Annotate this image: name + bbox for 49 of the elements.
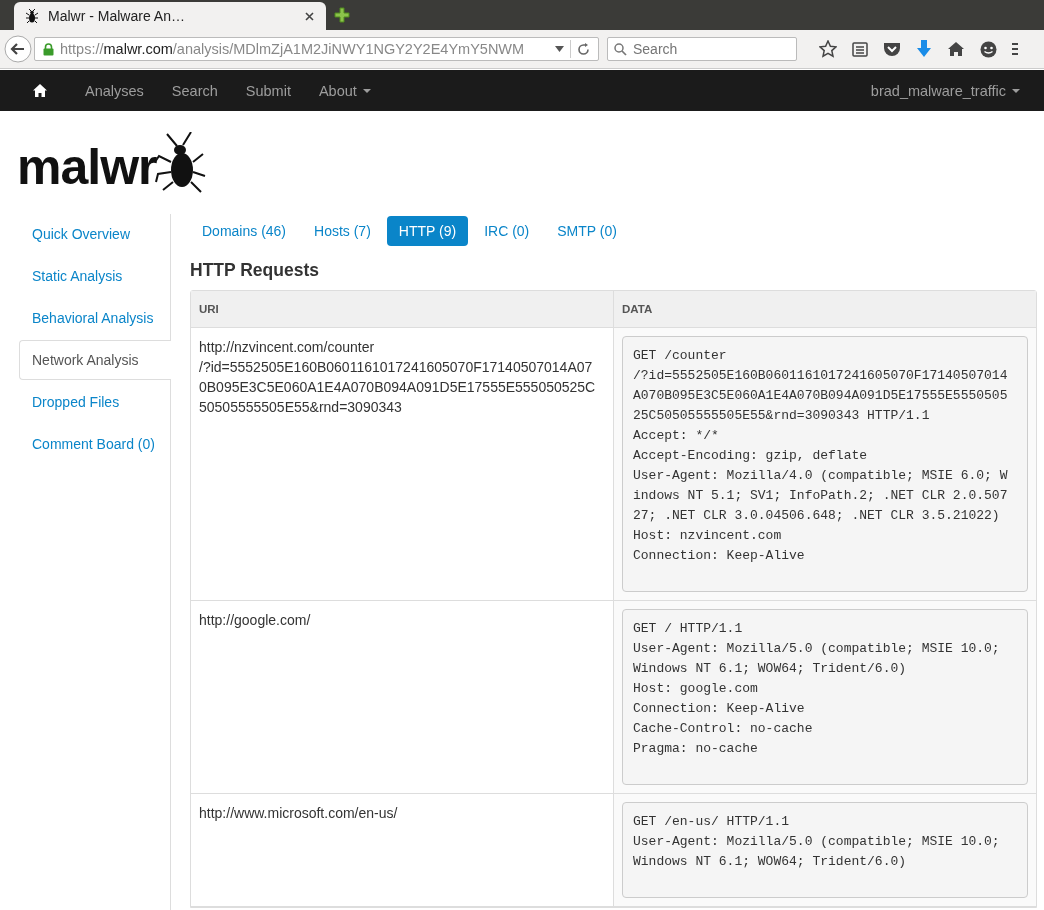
home-icon[interactable] (947, 41, 965, 57)
tab-title: Malwr - Malware An… (48, 8, 186, 24)
section-title: HTTP Requests (190, 260, 320, 281)
tab[interactable]: IRC (0) (472, 216, 542, 246)
sidebar-item[interactable]: Dropped Files (19, 382, 170, 422)
sidebar-item[interactable]: Quick Overview (19, 214, 170, 254)
tab[interactable]: Hosts (7) (302, 216, 383, 246)
download-icon[interactable] (916, 40, 932, 58)
search-field[interactable]: Search (607, 37, 797, 61)
tab[interactable]: SMTP (0) (545, 216, 629, 246)
nav-link[interactable]: Search (157, 82, 232, 99)
uri-cell-text: http://www.microsoft.com/en-us/ (198, 804, 399, 823)
lock-icon (43, 42, 54, 56)
tab[interactable]: Domains (46) (190, 216, 299, 246)
request-data: GET /en-us/ HTTP/1.1 User-Agent: Mozilla/5.0 (compatible; MSIE 10.0; Windows NT 6.1; WOW64; Trident/6.0) (622, 802, 1028, 898)
home-icon[interactable] (33, 84, 47, 97)
sidebar-item[interactable]: Comment Board (0) (19, 424, 170, 464)
sidebar-item[interactable]: Behavioral Analysis (19, 298, 170, 338)
tab[interactable]: HTTP (9) (386, 216, 469, 246)
browser-tab[interactable]: Malwr - Malware An… (14, 2, 326, 30)
search-icon (614, 43, 627, 56)
pocket-icon[interactable] (883, 41, 901, 57)
caret-icon (362, 88, 371, 93)
url-text: https://malwr.com/analysis/MDlmZjA1M2JiNWY1NGY2Y2E4YmY5NWM (60, 41, 526, 57)
column-header: URI (198, 302, 220, 317)
nav-link[interactable]: Submit (231, 82, 305, 99)
dropdown-icon[interactable] (555, 46, 564, 52)
menu-icon[interactable] (1012, 41, 1018, 57)
star-icon[interactable] (819, 40, 837, 58)
caret-icon (1012, 88, 1020, 93)
request-data: GET /counter /?id=5552505E160B0601161017241605070F17140507014 A070B095E3C5E060A1E4A070B094A091D5E17555E5550505 25C50505555505E55&rnd=3090343 HTTP/1.1 Accept: */* Accept-Encoding: gzip, deflate User-Agent: Mozilla/4.0 (compatible; MSIE 6.0; W indows NT 5.1; SV1; InfoPath.2; .NET CLR 2.0.507 27; .NET CLR 3.0.04506.648; .NET CLR 3.5.21022) Host: nzvincent.com Connection: Keep-Alive (622, 336, 1028, 592)
new-tab-icon[interactable] (334, 7, 350, 23)
logo: malwr (17, 142, 157, 192)
reload-icon[interactable] (577, 42, 590, 56)
close-icon[interactable] (305, 11, 314, 21)
uri-cell-text: http://nzvincent.com/counter /?id=5552505E160B0601161017241605070F17140507014A07 0B095E3C5E060A1E4A070B094A091D5E17555E555050525C 50505555505E55&rnd=3090343 (198, 338, 597, 417)
back-icon[interactable] (4, 35, 32, 63)
list-icon[interactable] (852, 41, 868, 57)
uri-cell-text: http://google.com/ (198, 611, 312, 630)
user-menu[interactable]: brad_malware_traffic (856, 82, 1034, 99)
nav-link[interactable]: About (304, 82, 385, 99)
bug-icon (26, 9, 38, 23)
smiley-icon[interactable] (980, 40, 997, 58)
request-data: GET / HTTP/1.1 User-Agent: Mozilla/5.0 (compatible; MSIE 10.0; Windows NT 6.1; WOW64; Trident/6.0) Host: google.com Connection: Keep-Alive Cache-Control: no-cache Pragma: no-cache (622, 609, 1028, 785)
sidebar-item[interactable]: Network Analysis (19, 340, 171, 380)
nav-link[interactable]: Analyses (71, 82, 158, 99)
address-field[interactable]: https://malwr.com/analysis/MDlmZjA1M2JiNWY1NGY2Y2E4YmY5NWM (34, 37, 599, 61)
sidebar-item[interactable]: Static Analysis (19, 256, 170, 296)
column-header: DATA (613, 291, 1036, 327)
